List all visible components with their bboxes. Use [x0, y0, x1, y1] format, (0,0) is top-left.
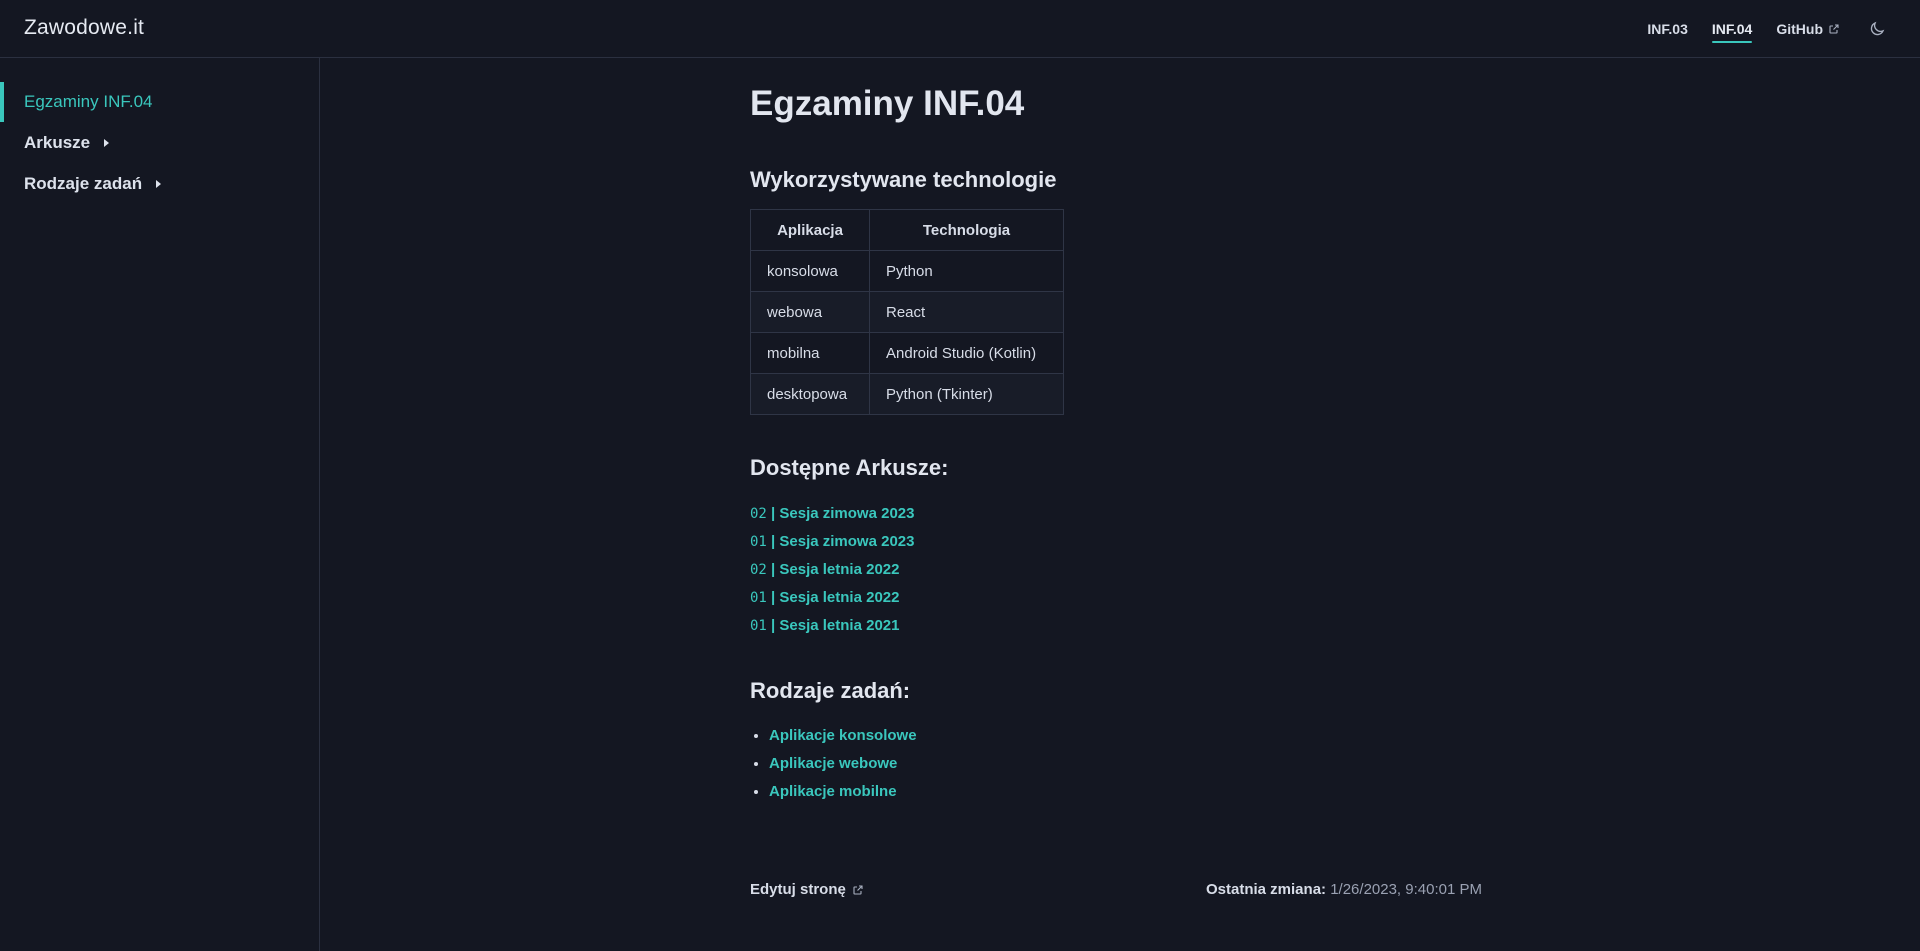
sheet-code: 01	[750, 590, 767, 606]
tasks-heading: Rodzaje zadań:	[750, 678, 911, 703]
sheets-heading: Dostępne Arkusze:	[750, 455, 949, 480]
sheet-link[interactable]: 02 | Sesja zimowa 2023	[750, 505, 914, 522]
brand-logo-link[interactable]: Zawodowe.it	[24, 16, 144, 40]
top-navbar: Zawodowe.it INF.03 INF.04 GitHub	[0, 0, 1920, 58]
table-header-row: Aplikacja Technologia	[750, 209, 1064, 251]
sheet-label: | Sesja zimowa 2023	[771, 505, 915, 522]
last-updated: Ostatnia zmiana: 1/26/2023, 9:40:01 PM	[1206, 881, 1482, 898]
sheet-label: | Sesja letnia 2022	[771, 589, 900, 606]
list-item: 01 | Sesja letnia 2022	[750, 584, 914, 612]
table-row: webowa React	[750, 291, 1064, 333]
table-row: desktopowa Python (Tkinter)	[750, 373, 1064, 415]
table-cell: Android Studio (Kotlin)	[869, 332, 1064, 374]
sidebar-item-label: Arkusze	[24, 133, 91, 152]
moon-icon[interactable]	[1868, 20, 1886, 38]
nav-link-label: GitHub	[1776, 21, 1823, 37]
last-updated-value: 1/26/2023, 9:40:01 PM	[1330, 881, 1482, 898]
sheet-label: | Sesja letnia 2021	[771, 617, 900, 634]
list-item: Aplikacje konsolowe	[769, 722, 917, 750]
caret-right-icon	[104, 139, 110, 147]
sheet-code: 02	[750, 562, 767, 578]
navbar-right: INF.03 INF.04 GitHub	[1647, 0, 1886, 58]
last-updated-label: Ostatnia zmiana:	[1206, 881, 1327, 898]
sheet-code: 01	[750, 618, 767, 634]
sidebar-item-label: Egzaminy INF.04	[24, 92, 153, 111]
table-row: konsolowa Python	[750, 250, 1064, 292]
list-item: Aplikacje mobilne	[769, 778, 917, 806]
caret-right-icon	[156, 180, 162, 188]
sidebar-item-label: Rodzaje zadań	[24, 174, 143, 193]
external-link-icon	[1828, 23, 1840, 35]
tasks-list: Aplikacje konsolowe Aplikacje webowe Apl…	[750, 722, 917, 806]
sheet-link[interactable]: 01 | Sesja letnia 2022	[750, 589, 899, 606]
sheet-code: 02	[750, 506, 767, 522]
list-item: 02 | Sesja letnia 2022	[750, 556, 914, 584]
sheet-link[interactable]: 01 | Sesja letnia 2021	[750, 617, 899, 634]
table-cell: webowa	[750, 291, 870, 333]
sheets-list: 02 | Sesja zimowa 2023 01 | Sesja zimowa…	[750, 500, 914, 640]
table-cell: Python (Tkinter)	[869, 373, 1064, 415]
edit-page-link[interactable]: Edytuj stronę	[750, 881, 864, 898]
sheet-label: | Sesja letnia 2022	[771, 561, 900, 578]
task-link[interactable]: Aplikacje mobilne	[769, 783, 897, 800]
nav-link-inf04[interactable]: INF.04	[1711, 15, 1753, 43]
sheet-link[interactable]: 01 | Sesja zimowa 2023	[750, 533, 914, 550]
list-item: Aplikacje webowe	[769, 750, 917, 778]
table-header-cell: Technologia	[869, 209, 1064, 251]
sheet-label: | Sesja zimowa 2023	[771, 533, 915, 550]
external-link-icon	[852, 884, 864, 896]
nav-link-label: INF.04	[1711, 21, 1753, 37]
table-cell: Python	[869, 250, 1064, 292]
task-link[interactable]: Aplikacje webowe	[769, 755, 897, 772]
list-item: 02 | Sesja zimowa 2023	[750, 500, 914, 528]
list-item: 01 | Sesja zimowa 2023	[750, 528, 914, 556]
sheet-code: 01	[750, 534, 767, 550]
nav-link-github[interactable]: GitHub	[1776, 15, 1840, 43]
table-cell: konsolowa	[750, 250, 870, 292]
sheet-link[interactable]: 02 | Sesja letnia 2022	[750, 561, 899, 578]
sidebar-item-arkusze[interactable]: Arkusze	[0, 123, 319, 163]
list-item: 01 | Sesja letnia 2021	[750, 612, 914, 640]
sidebar-item-rodzaje-zadan[interactable]: Rodzaje zadań	[0, 164, 319, 204]
table-cell: mobilna	[750, 332, 870, 374]
table-cell: desktopowa	[750, 373, 870, 415]
sidebar-item-egzaminy-inf04[interactable]: Egzaminy INF.04	[0, 82, 319, 122]
page-title: Egzaminy INF.04	[750, 84, 1025, 123]
table-row: mobilna Android Studio (Kotlin)	[750, 332, 1064, 374]
tech-table: Aplikacja Technologia konsolowa Python w…	[750, 209, 1064, 415]
table-header-cell: Aplikacja	[750, 209, 870, 251]
nav-link-label: INF.03	[1647, 21, 1688, 37]
task-link[interactable]: Aplikacje konsolowe	[769, 727, 917, 744]
edit-page-label: Edytuj stronę	[750, 881, 846, 898]
table-cell: React	[869, 291, 1064, 333]
sidebar: Egzaminy INF.04 Arkusze Rodzaje zadań	[0, 58, 320, 951]
nav-link-inf03[interactable]: INF.03	[1647, 15, 1687, 43]
tech-heading: Wykorzystywane technologie	[750, 167, 1057, 192]
